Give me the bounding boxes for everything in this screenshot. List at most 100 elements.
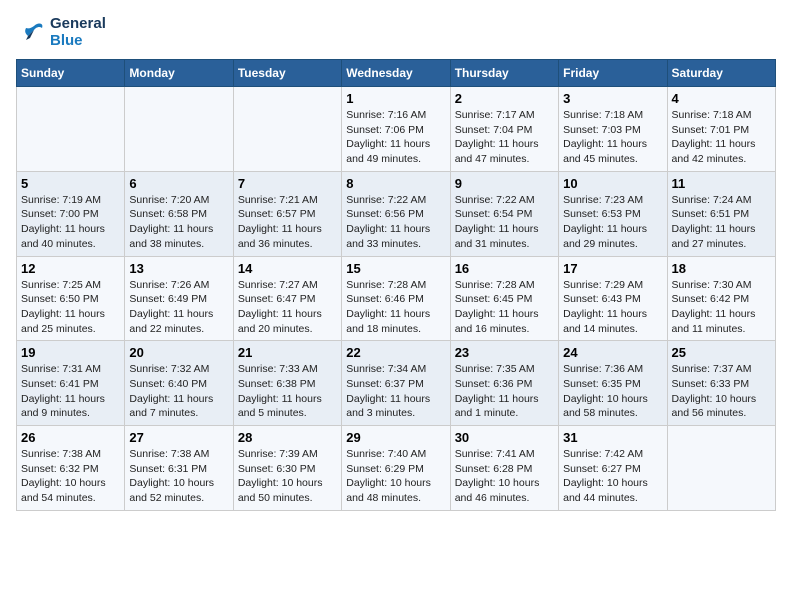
day-cell <box>17 87 125 172</box>
day-number: 23 <box>455 345 554 360</box>
day-header-sunday: Sunday <box>17 60 125 87</box>
day-info: Sunrise: 7:32 AMSunset: 6:40 PMDaylight:… <box>129 363 213 419</box>
day-info: Sunrise: 7:38 AMSunset: 6:32 PMDaylight:… <box>21 448 106 504</box>
day-number: 19 <box>21 345 120 360</box>
day-cell: 19 Sunrise: 7:31 AMSunset: 6:41 PMDaylig… <box>17 341 125 426</box>
day-number: 25 <box>672 345 771 360</box>
day-cell: 10 Sunrise: 7:23 AMSunset: 6:53 PMDaylig… <box>559 171 667 256</box>
day-cell: 15 Sunrise: 7:28 AMSunset: 6:46 PMDaylig… <box>342 256 450 341</box>
day-cell: 12 Sunrise: 7:25 AMSunset: 6:50 PMDaylig… <box>17 256 125 341</box>
day-cell: 31 Sunrise: 7:42 AMSunset: 6:27 PMDaylig… <box>559 426 667 511</box>
day-info: Sunrise: 7:40 AMSunset: 6:29 PMDaylight:… <box>346 448 431 504</box>
day-number: 28 <box>238 430 337 445</box>
day-number: 24 <box>563 345 662 360</box>
day-info: Sunrise: 7:20 AMSunset: 6:58 PMDaylight:… <box>129 194 213 250</box>
day-number: 22 <box>346 345 445 360</box>
day-cell: 28 Sunrise: 7:39 AMSunset: 6:30 PMDaylig… <box>233 426 341 511</box>
day-number: 30 <box>455 430 554 445</box>
day-number: 4 <box>672 91 771 106</box>
day-cell: 22 Sunrise: 7:34 AMSunset: 6:37 PMDaylig… <box>342 341 450 426</box>
day-cell: 9 Sunrise: 7:22 AMSunset: 6:54 PMDayligh… <box>450 171 558 256</box>
day-info: Sunrise: 7:22 AMSunset: 6:54 PMDaylight:… <box>455 194 539 250</box>
day-number: 9 <box>455 176 554 191</box>
day-cell <box>667 426 775 511</box>
calendar-table: SundayMondayTuesdayWednesdayThursdayFrid… <box>16 59 776 511</box>
day-info: Sunrise: 7:36 AMSunset: 6:35 PMDaylight:… <box>563 363 648 419</box>
day-info: Sunrise: 7:22 AMSunset: 6:56 PMDaylight:… <box>346 194 430 250</box>
day-number: 13 <box>129 261 228 276</box>
day-info: Sunrise: 7:41 AMSunset: 6:28 PMDaylight:… <box>455 448 540 504</box>
day-info: Sunrise: 7:26 AMSunset: 6:49 PMDaylight:… <box>129 279 213 335</box>
day-number: 7 <box>238 176 337 191</box>
day-number: 17 <box>563 261 662 276</box>
day-cell: 4 Sunrise: 7:18 AMSunset: 7:01 PMDayligh… <box>667 87 775 172</box>
day-cell: 14 Sunrise: 7:27 AMSunset: 6:47 PMDaylig… <box>233 256 341 341</box>
day-number: 14 <box>238 261 337 276</box>
day-info: Sunrise: 7:21 AMSunset: 6:57 PMDaylight:… <box>238 194 322 250</box>
day-cell <box>233 87 341 172</box>
day-cell: 18 Sunrise: 7:30 AMSunset: 6:42 PMDaylig… <box>667 256 775 341</box>
week-row-3: 12 Sunrise: 7:25 AMSunset: 6:50 PMDaylig… <box>17 256 776 341</box>
day-cell: 11 Sunrise: 7:24 AMSunset: 6:51 PMDaylig… <box>667 171 775 256</box>
day-number: 8 <box>346 176 445 191</box>
day-info: Sunrise: 7:28 AMSunset: 6:46 PMDaylight:… <box>346 279 430 335</box>
day-info: Sunrise: 7:29 AMSunset: 6:43 PMDaylight:… <box>563 279 647 335</box>
day-info: Sunrise: 7:30 AMSunset: 6:42 PMDaylight:… <box>672 279 756 335</box>
day-number: 5 <box>21 176 120 191</box>
day-header-thursday: Thursday <box>450 60 558 87</box>
day-info: Sunrise: 7:33 AMSunset: 6:38 PMDaylight:… <box>238 363 322 419</box>
day-cell: 25 Sunrise: 7:37 AMSunset: 6:33 PMDaylig… <box>667 341 775 426</box>
week-row-1: 1 Sunrise: 7:16 AMSunset: 7:06 PMDayligh… <box>17 87 776 172</box>
day-header-monday: Monday <box>125 60 233 87</box>
day-info: Sunrise: 7:34 AMSunset: 6:37 PMDaylight:… <box>346 363 430 419</box>
day-cell: 8 Sunrise: 7:22 AMSunset: 6:56 PMDayligh… <box>342 171 450 256</box>
day-info: Sunrise: 7:18 AMSunset: 7:01 PMDaylight:… <box>672 109 756 165</box>
day-info: Sunrise: 7:19 AMSunset: 7:00 PMDaylight:… <box>21 194 105 250</box>
day-cell: 2 Sunrise: 7:17 AMSunset: 7:04 PMDayligh… <box>450 87 558 172</box>
week-row-5: 26 Sunrise: 7:38 AMSunset: 6:32 PMDaylig… <box>17 426 776 511</box>
week-row-2: 5 Sunrise: 7:19 AMSunset: 7:00 PMDayligh… <box>17 171 776 256</box>
day-header-saturday: Saturday <box>667 60 775 87</box>
day-number: 1 <box>346 91 445 106</box>
day-header-friday: Friday <box>559 60 667 87</box>
day-cell: 13 Sunrise: 7:26 AMSunset: 6:49 PMDaylig… <box>125 256 233 341</box>
day-cell: 20 Sunrise: 7:32 AMSunset: 6:40 PMDaylig… <box>125 341 233 426</box>
day-number: 20 <box>129 345 228 360</box>
day-cell: 5 Sunrise: 7:19 AMSunset: 7:00 PMDayligh… <box>17 171 125 256</box>
day-info: Sunrise: 7:17 AMSunset: 7:04 PMDaylight:… <box>455 109 539 165</box>
day-info: Sunrise: 7:38 AMSunset: 6:31 PMDaylight:… <box>129 448 214 504</box>
day-cell: 16 Sunrise: 7:28 AMSunset: 6:45 PMDaylig… <box>450 256 558 341</box>
day-header-tuesday: Tuesday <box>233 60 341 87</box>
day-info: Sunrise: 7:42 AMSunset: 6:27 PMDaylight:… <box>563 448 648 504</box>
day-info: Sunrise: 7:18 AMSunset: 7:03 PMDaylight:… <box>563 109 647 165</box>
day-info: Sunrise: 7:39 AMSunset: 6:30 PMDaylight:… <box>238 448 323 504</box>
day-cell: 7 Sunrise: 7:21 AMSunset: 6:57 PMDayligh… <box>233 171 341 256</box>
logo: General Blue <box>16 16 106 49</box>
day-number: 26 <box>21 430 120 445</box>
logo-icon <box>16 18 46 48</box>
week-row-4: 19 Sunrise: 7:31 AMSunset: 6:41 PMDaylig… <box>17 341 776 426</box>
day-cell: 29 Sunrise: 7:40 AMSunset: 6:29 PMDaylig… <box>342 426 450 511</box>
day-cell: 30 Sunrise: 7:41 AMSunset: 6:28 PMDaylig… <box>450 426 558 511</box>
day-number: 11 <box>672 176 771 191</box>
day-info: Sunrise: 7:27 AMSunset: 6:47 PMDaylight:… <box>238 279 322 335</box>
day-info: Sunrise: 7:37 AMSunset: 6:33 PMDaylight:… <box>672 363 757 419</box>
day-number: 3 <box>563 91 662 106</box>
day-number: 15 <box>346 261 445 276</box>
day-number: 12 <box>21 261 120 276</box>
day-cell: 26 Sunrise: 7:38 AMSunset: 6:32 PMDaylig… <box>17 426 125 511</box>
day-info: Sunrise: 7:25 AMSunset: 6:50 PMDaylight:… <box>21 279 105 335</box>
day-number: 31 <box>563 430 662 445</box>
day-number: 18 <box>672 261 771 276</box>
day-number: 21 <box>238 345 337 360</box>
day-number: 6 <box>129 176 228 191</box>
day-info: Sunrise: 7:31 AMSunset: 6:41 PMDaylight:… <box>21 363 105 419</box>
page-header: General Blue <box>16 16 776 49</box>
day-info: Sunrise: 7:35 AMSunset: 6:36 PMDaylight:… <box>455 363 539 419</box>
day-header-wednesday: Wednesday <box>342 60 450 87</box>
day-cell: 3 Sunrise: 7:18 AMSunset: 7:03 PMDayligh… <box>559 87 667 172</box>
day-cell: 23 Sunrise: 7:35 AMSunset: 6:36 PMDaylig… <box>450 341 558 426</box>
day-number: 16 <box>455 261 554 276</box>
day-info: Sunrise: 7:24 AMSunset: 6:51 PMDaylight:… <box>672 194 756 250</box>
day-info: Sunrise: 7:28 AMSunset: 6:45 PMDaylight:… <box>455 279 539 335</box>
